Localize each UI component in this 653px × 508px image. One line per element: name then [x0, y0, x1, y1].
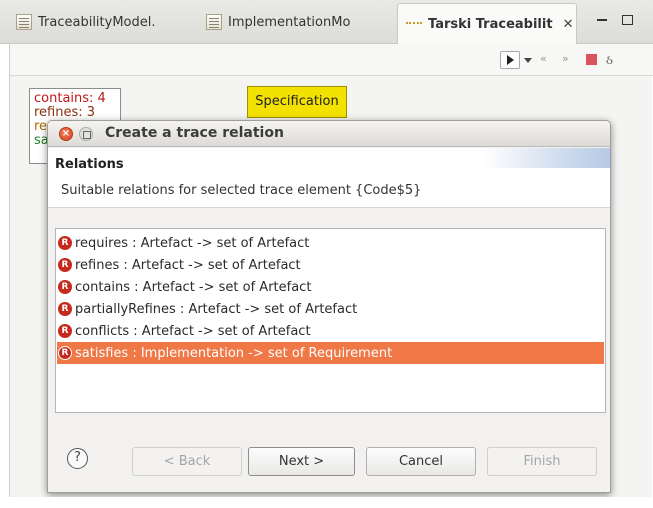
- count-line: refines: 3: [34, 105, 96, 120]
- relation-icon: R: [58, 280, 72, 294]
- chevron-down-icon[interactable]: [524, 58, 532, 63]
- list-item[interactable]: R conflicts : Artefact -> set of Artefac…: [57, 320, 604, 342]
- tab-label: TraceabilityModel.: [38, 14, 156, 30]
- relation-label: refines : Artefact -> set of Artefact: [75, 257, 301, 273]
- relation-icon: R: [58, 324, 72, 338]
- count-line: contains: 4: [34, 91, 106, 106]
- relation-icon: R: [58, 302, 72, 316]
- dialog-title-bar: × Create a trace relation: [48, 121, 610, 147]
- relation-icon: R: [58, 258, 72, 272]
- header-description: Suitable relations for selected trace el…: [61, 183, 422, 198]
- stop-icon[interactable]: [586, 54, 597, 65]
- editor-bottom-edge: [0, 497, 653, 508]
- run-icon[interactable]: [500, 51, 520, 69]
- tab-label: ImplementationMo: [228, 14, 351, 30]
- specification-node[interactable]: Specification: [247, 86, 347, 118]
- dialog-title: Create a trace relation: [105, 125, 284, 141]
- dialog-header: Relations Suitable relations for selecte…: [48, 148, 610, 208]
- relation-label: contains : Artefact -> set of Artefact: [75, 279, 312, 295]
- finish-button[interactable]: Finish: [487, 447, 597, 476]
- close-icon[interactable]: ✕: [563, 17, 574, 32]
- forward-icon[interactable]: »: [562, 52, 576, 66]
- relations-list[interactable]: R requires : Artefact -> set of Artefact…: [55, 228, 606, 413]
- help-icon[interactable]: ?: [67, 448, 88, 469]
- list-item[interactable]: R requires : Artefact -> set of Artefact: [57, 232, 604, 254]
- editor-tab-bar: TraceabilityModel. ImplementationMo Tars…: [0, 0, 653, 44]
- back-button[interactable]: < Back: [132, 447, 242, 476]
- tab-implementation-model[interactable]: ImplementationMo: [206, 4, 350, 40]
- cancel-button[interactable]: Cancel: [366, 447, 476, 476]
- next-button[interactable]: Next >: [248, 447, 355, 476]
- file-icon: [16, 14, 32, 30]
- editor-toolbar: « » ઠ: [10, 44, 653, 76]
- tab-traceability-model[interactable]: TraceabilityModel.: [16, 4, 156, 40]
- header-title: Relations: [55, 157, 124, 172]
- list-item[interactable]: R contains : Artefact -> set of Artefact: [57, 276, 604, 298]
- tool-icon[interactable]: ઠ: [606, 53, 620, 67]
- close-icon[interactable]: ×: [59, 127, 73, 141]
- relation-label: partiallyRefines : Artefact -> set of Ar…: [75, 301, 358, 317]
- tab-label: Tarski Traceabilit: [428, 16, 553, 32]
- dialog-button-bar: ? < Back Next > Cancel Finish: [48, 435, 610, 492]
- list-item[interactable]: R partiallyRefines : Artefact -> set of …: [57, 298, 604, 320]
- maximize-icon[interactable]: [79, 127, 93, 141]
- create-trace-relation-dialog: × Create a trace relation Relations Suit…: [47, 120, 611, 493]
- relation-icon: R: [58, 346, 72, 360]
- graph-icon: [406, 16, 422, 32]
- relation-icon: R: [58, 236, 72, 250]
- maximize-icon[interactable]: [622, 15, 633, 25]
- tab-tarski-traceability[interactable]: Tarski Traceabilit ✕: [397, 3, 577, 44]
- list-item-selected[interactable]: R satisfies : Implementation -> set of R…: [57, 342, 604, 364]
- relation-label: satisfies : Implementation -> set of Req…: [75, 345, 393, 361]
- relation-label: conflicts : Artefact -> set of Artefact: [75, 323, 311, 339]
- back-icon[interactable]: «: [540, 52, 554, 66]
- list-item[interactable]: R refines : Artefact -> set of Artefact: [57, 254, 604, 276]
- relation-label: requires : Artefact -> set of Artefact: [75, 235, 310, 251]
- minimize-icon[interactable]: [597, 19, 607, 21]
- file-icon: [206, 14, 222, 30]
